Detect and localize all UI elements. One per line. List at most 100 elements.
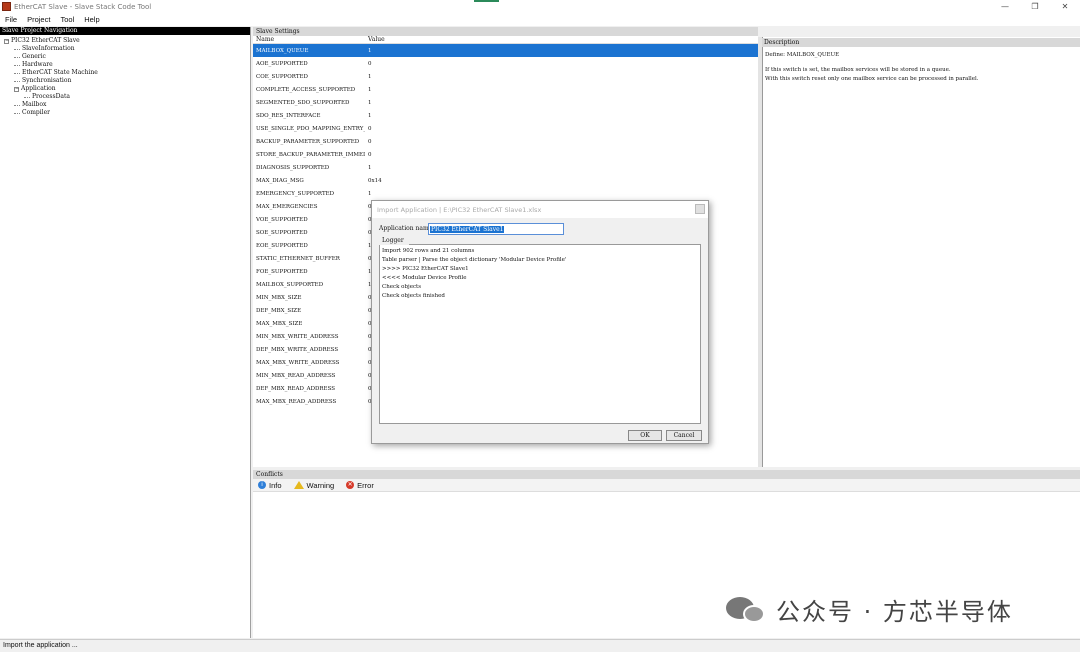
tree-item[interactable]: Mailbox	[0, 101, 250, 109]
ok-button[interactable]: OK	[628, 430, 662, 441]
tree-item-label: Generic	[22, 53, 46, 60]
title-bar: EtherCAT Slave - Slave Stack Code Tool —…	[0, 0, 1080, 13]
setting-row[interactable]: MAX_DIAG_MSG 0x14	[253, 174, 758, 187]
setting-name: MIN_MBX_READ_ADDRESS	[256, 372, 336, 379]
tab-warning[interactable]: Warning	[293, 481, 334, 490]
tree-item-label: Hardware	[22, 61, 53, 68]
close-button[interactable]: ✕	[1050, 0, 1080, 13]
log-line: Check objects	[382, 284, 422, 290]
conflicts-tabs: i Info Warning ✕ Error	[253, 479, 1080, 492]
warning-icon	[293, 481, 304, 489]
error-icon: ✕	[346, 481, 355, 489]
tab-error[interactable]: ✕ Error	[346, 481, 374, 490]
logger-output[interactable]: Import 902 rows and 21 columns Table par…	[379, 244, 701, 424]
tree-item[interactable]: Synchronisation	[0, 77, 250, 85]
setting-name: AOE_SUPPORTED	[256, 60, 308, 67]
application-name-input[interactable]: PIC32 EtherCAT Slave1	[428, 223, 564, 235]
setting-value[interactable]: 0	[365, 61, 372, 67]
setting-name: EOE_SUPPORTED	[256, 242, 308, 249]
setting-name: COE_SUPPORTED	[256, 73, 308, 80]
setting-row[interactable]: EMERGENCY_SUPPORTED 1	[253, 187, 758, 200]
setting-value[interactable]: 1	[365, 74, 372, 80]
setting-value[interactable]: 0	[365, 139, 372, 145]
setting-value[interactable]: 1	[365, 113, 372, 119]
tab-info-label: Info	[269, 480, 282, 490]
menu-bar: File Project Tool Help	[0, 13, 1080, 26]
menu-project[interactable]: Project	[22, 15, 55, 24]
app-icon	[2, 2, 11, 11]
tree-item[interactable]: Generic	[0, 53, 250, 61]
description-line-2: With this switch reset only one mailbox …	[765, 76, 979, 82]
setting-value[interactable]: 1	[365, 87, 372, 93]
tree-item[interactable]: Hardware	[0, 61, 250, 69]
setting-value[interactable]: 1	[365, 191, 372, 197]
tree-item[interactable]: EtherCAT State Machine	[0, 69, 250, 77]
nav-header: Slave Project Navigation	[0, 27, 250, 35]
cancel-button[interactable]: Cancel	[666, 430, 702, 441]
maximize-button[interactable]: ❐	[1020, 0, 1050, 13]
tree-connector	[14, 80, 20, 82]
column-name-header[interactable]: Name	[253, 36, 365, 43]
setting-name: MAILBOX_QUEUE	[256, 47, 309, 54]
tree-connector	[14, 72, 20, 74]
setting-name: MAX_MBX_SIZE	[256, 320, 303, 327]
column-value-header[interactable]: Value	[365, 36, 385, 43]
dialog-close-button[interactable]	[695, 204, 705, 214]
setting-row[interactable]: STORE_BACKUP_PARAMETER_IMMEDI... 0	[253, 148, 758, 161]
import-application-dialog: Import Application | E:\PIC32 EtherCAT S…	[371, 200, 709, 444]
setting-name: DEF_MBX_SIZE	[256, 307, 302, 314]
setting-row[interactable]: COE_SUPPORTED 1	[253, 70, 758, 83]
tree-toggle-icon[interactable]: −	[14, 86, 19, 92]
tab-info[interactable]: i Info	[258, 481, 282, 490]
application-name-value: PIC32 EtherCAT Slave1	[430, 226, 505, 233]
log-line: >>>> PIC32 EtherCAT Slave1	[382, 266, 469, 272]
setting-row[interactable]: AOE_SUPPORTED 0	[253, 57, 758, 70]
tree-item-label: PIC32 EtherCAT Slave	[11, 37, 80, 44]
tree-item[interactable]: SlaveInformation	[0, 45, 250, 53]
tree-item[interactable]: − PIC32 EtherCAT Slave	[0, 37, 250, 45]
minimize-button[interactable]: —	[990, 0, 1020, 13]
tree-connector	[14, 112, 20, 114]
tree-item[interactable]: − Application	[0, 85, 250, 93]
tree-connector	[24, 96, 30, 98]
conflicts-header: Conflicts	[253, 470, 1080, 479]
menu-file[interactable]: File	[0, 15, 22, 24]
setting-name: MAX_MBX_WRITE_ADDRESS	[256, 359, 340, 366]
setting-name: DEF_MBX_READ_ADDRESS	[256, 385, 336, 392]
setting-name: USE_SINGLE_PDO_MAPPING_ENTRY_...	[256, 125, 365, 132]
settings-column-headers: Name Value	[253, 36, 758, 44]
tree-toggle-icon[interactable]: −	[4, 38, 9, 44]
tree-connector	[14, 64, 20, 66]
tree-connector	[14, 48, 20, 50]
wechat-icon	[726, 595, 768, 625]
setting-row[interactable]: BACKUP_PARAMETER_SUPPORTED 0	[253, 135, 758, 148]
setting-name: STORE_BACKUP_PARAMETER_IMMEDI...	[256, 151, 365, 158]
setting-value[interactable]: 1	[365, 165, 372, 171]
setting-row[interactable]: DIAGNOSIS_SUPPORTED 1	[253, 161, 758, 174]
tree-item-label: ProcessData	[32, 93, 70, 100]
menu-tool[interactable]: Tool	[55, 15, 79, 24]
setting-row[interactable]: SEGMENTED_SDO_SUPPORTED 1	[253, 96, 758, 109]
setting-row[interactable]: MAILBOX_QUEUE 1	[253, 44, 758, 57]
setting-value[interactable]: 1	[365, 48, 372, 54]
log-line: <<<< Modular Device Profile	[382, 275, 467, 281]
setting-name: VOE_SUPPORTED	[256, 216, 308, 223]
setting-row[interactable]: COMPLETE_ACCESS_SUPPORTED 1	[253, 83, 758, 96]
tree-item[interactable]: ProcessData	[0, 93, 250, 101]
description-header: Description	[762, 38, 1080, 47]
watermark-text: 公众号 · 方芯半导体	[776, 598, 1013, 626]
dialog-title: Import Application | E:\PIC32 EtherCAT S…	[377, 205, 542, 214]
tree-item[interactable]: Compiler	[0, 109, 250, 117]
logger-label: Logger	[379, 236, 409, 245]
setting-value[interactable]: 0x14	[365, 178, 382, 184]
watermark: 公众号 · 方芯半导体	[726, 592, 1013, 627]
tree-item-label: Compiler	[22, 109, 50, 116]
setting-value[interactable]: 0	[365, 152, 372, 158]
setting-row[interactable]: SDO_RES_INTERFACE 1	[253, 109, 758, 122]
nav-tree: − PIC32 EtherCAT Slave SlaveInformation Gen…	[0, 35, 250, 117]
setting-row[interactable]: USE_SINGLE_PDO_MAPPING_ENTRY_... 0	[253, 122, 758, 135]
tree-item-label: Synchronisation	[22, 77, 72, 84]
setting-value[interactable]: 0	[365, 126, 372, 132]
menu-help[interactable]: Help	[79, 15, 104, 24]
setting-value[interactable]: 1	[365, 100, 372, 106]
